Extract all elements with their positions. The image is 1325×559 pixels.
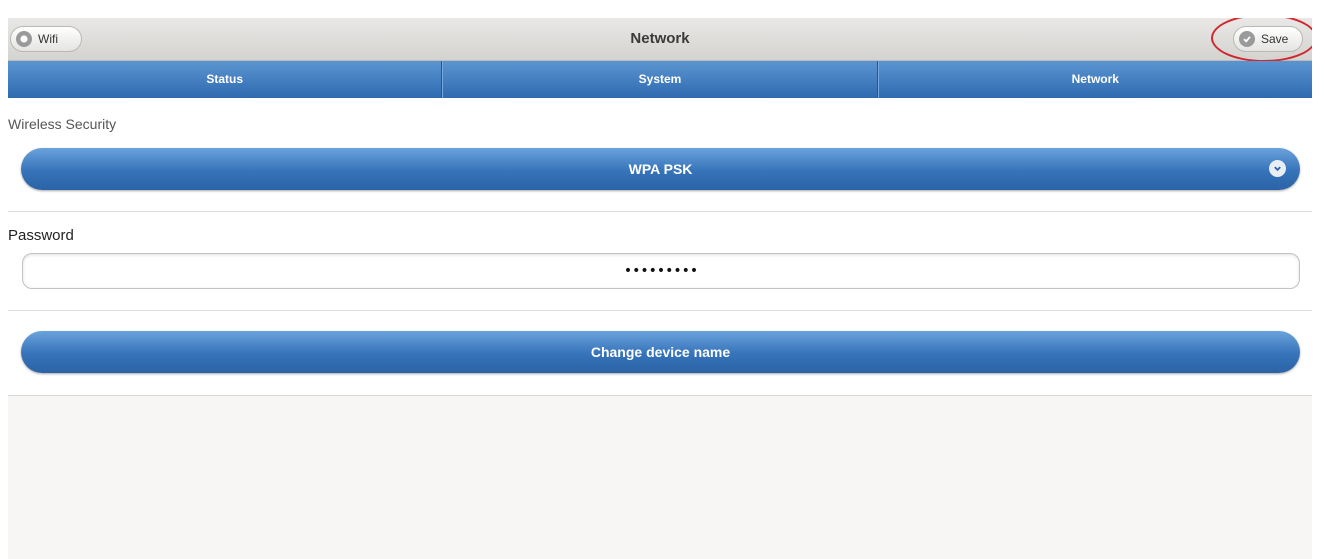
app-window: Network Wifi Save Status System Network … xyxy=(8,18,1312,559)
header-bar: Network Wifi Save xyxy=(8,18,1312,62)
password-field[interactable] xyxy=(22,253,1300,289)
wireless-security-label: Wireless Security xyxy=(8,116,117,132)
back-button[interactable]: Wifi xyxy=(10,26,82,52)
tab-status[interactable]: Status xyxy=(8,61,443,98)
chevron-down-icon xyxy=(1269,160,1286,177)
check-circle-icon xyxy=(1239,31,1255,47)
change-device-name-label: Change device name xyxy=(590,344,731,360)
change-device-name-button[interactable]: Change device name xyxy=(21,331,1300,373)
save-button-label: Save xyxy=(1261,32,1289,46)
password-section: Password xyxy=(8,212,1312,311)
back-button-label: Wifi xyxy=(38,32,58,46)
wireless-security-value: WPA PSK xyxy=(628,161,693,177)
save-button[interactable]: Save xyxy=(1233,26,1303,52)
wireless-security-section: Wireless Security WPA PSK xyxy=(8,98,1312,212)
wireless-security-select[interactable]: WPA PSK xyxy=(21,148,1300,190)
device-name-section: Change device name xyxy=(8,311,1312,396)
tab-system[interactable]: System xyxy=(442,61,878,98)
tab-bar: Status System Network xyxy=(8,61,1312,98)
password-label: Password xyxy=(8,227,74,244)
page-title: Network xyxy=(630,30,690,47)
radio-circle-icon xyxy=(16,31,32,47)
tab-network[interactable]: Network xyxy=(877,61,1312,98)
